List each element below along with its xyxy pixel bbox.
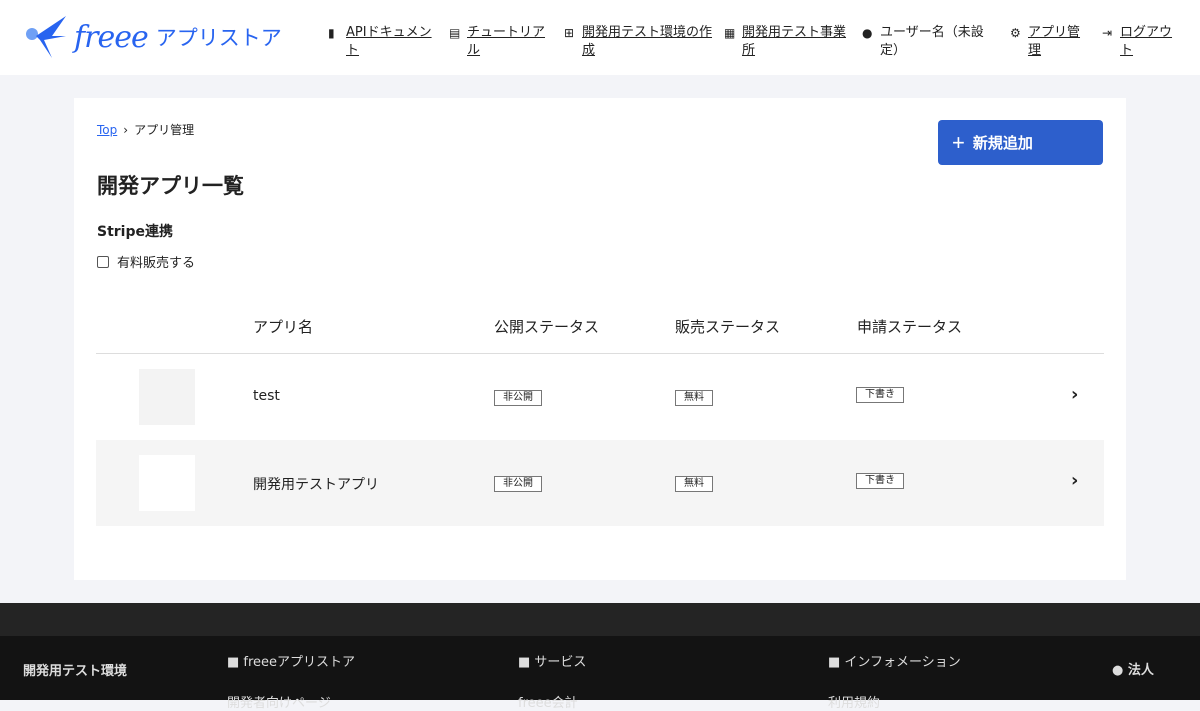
freee-app-store-logo[interactable]: freee アプリストア [22,14,282,60]
checkbox-label: 有料販売する [117,256,196,271]
add-button-label: 新規追加 [972,135,1033,152]
add-new-app-button[interactable]: + 新規追加 [938,120,1103,165]
nav-app-management[interactable]: ⚙ アプリ管理 [1010,24,1080,60]
paid-sales-checkbox[interactable]: 有料販売する [97,252,195,271]
gear-icon: ⚙ [1010,26,1021,40]
breadcrumb-top-link[interactable]: Top [97,123,117,137]
plus-icon: + [952,129,965,155]
footer-terms-link[interactable]: 利用規約 [828,692,880,711]
footer-information-heading: ■ インフォメーション [828,655,961,670]
user-icon: ● [862,26,873,40]
document-icon: ▮ [328,26,335,40]
chevron-right-icon[interactable]: › [1071,384,1078,405]
nav-user-name: ● ユーザー名（未設 定） [862,25,984,58]
nav-logout[interactable]: ⇥ ログアウト [1102,24,1172,60]
sales-status-badge: 無料 [675,390,713,406]
app-list-card: Top › アプリ管理 + 新規追加 開発アプリ一覧 Stripe連携 有料販売する … [74,98,1126,580]
footer: 開発用テスト環境 ■ freeeアプリストア ■ サービス ■ インフォメーショ… [0,636,1200,711]
nav-api-docs[interactable]: ▮ APIドキュメント [328,24,432,60]
corp-label: 法人 [1127,663,1154,678]
sales-status-badge: 無料 [675,476,713,492]
header-sales-status: 販売ステータス [675,318,781,336]
footer-services-heading: ■ サービス [518,655,587,670]
public-status-badge: 非公開 [494,390,542,406]
footer-developer-link[interactable]: 開発者向けページ [227,692,331,711]
plus-box-icon: ⊞ [564,26,575,40]
app-name: 開発用テストアプリ [253,477,379,493]
breadcrumb: Top › アプリ管理 [97,121,194,138]
header-application-status: 申請ステータス [857,318,963,336]
building-icon: ▦ [724,26,736,40]
book-icon: ▤ [449,26,461,40]
app-thumbnail [139,455,195,511]
footer-freee-accounting-link[interactable]: freee会計 [518,692,578,711]
table-row[interactable]: test 非公開 無料 下書き › [96,354,1104,440]
table-header: アプリ名 公開ステータス 販売ステータス 申請ステータス [96,303,1104,354]
chevron-right-icon: › [123,123,129,137]
chevron-right-icon[interactable]: › [1071,470,1078,491]
logout-icon: ⇥ [1102,26,1113,40]
page-title: 開発アプリ一覧 [97,174,244,198]
nav-create-test-env[interactable]: ⊞ 開発用テスト環境の作成 [564,24,712,60]
application-status-badge: 下書き [856,473,904,489]
footer-corporate[interactable]: ● 法人 [1112,659,1154,678]
app-thumbnail [139,369,195,425]
public-status-badge: 非公開 [494,476,542,492]
breadcrumb-current: アプリ管理 [134,123,195,137]
nav-test-office[interactable]: ▦ 開発用テスト事業所 [724,24,846,60]
footer-top-band [0,603,1200,636]
application-status-badge: 下書き [856,387,904,403]
table-row[interactable]: 開発用テストアプリ 非公開 無料 下書き › [96,440,1104,526]
header: freee アプリストア ▮ APIドキュメント ▤ チュートリアル ⊞ 開発用テスト… [0,0,1200,75]
bird-logo-icon [26,16,66,58]
checkbox-box[interactable] [97,255,109,268]
stripe-heading: Stripe連携 [97,224,173,240]
logo-store: アプリストア [155,26,282,50]
footer-env-label: 開発用テスト環境 [23,664,128,679]
user-icon: ● [1112,663,1128,678]
nav-tutorial[interactable]: ▤ チュートリアル [449,24,545,60]
header-public-status: 公開ステータス [494,318,600,336]
app-name: test [253,388,280,404]
header-app-name: アプリ名 [253,318,314,336]
footer-app-store-heading: ■ freeeアプリストア [227,655,356,670]
logo-word: freee [74,19,149,55]
